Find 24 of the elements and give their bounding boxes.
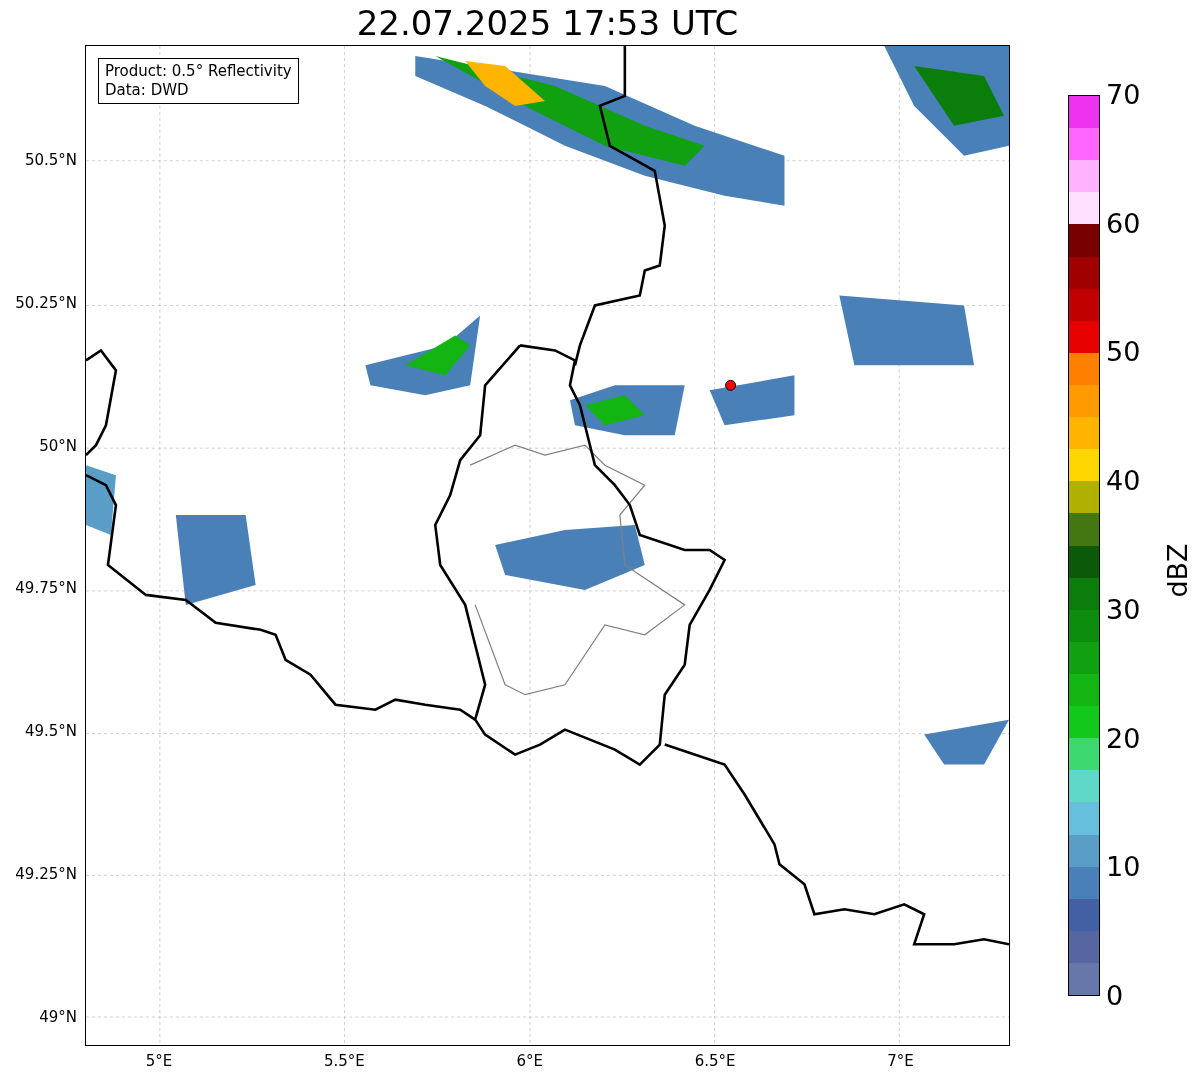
latitude-label: 49.25°N xyxy=(15,864,77,883)
latitude-label: 49.5°N xyxy=(24,722,77,741)
legend-text: Product: 0.5° Reflectivity xyxy=(105,62,292,81)
latitude-label: 50.25°N xyxy=(15,293,77,312)
longitude-label: 5.5°E xyxy=(323,1052,365,1070)
longitude-label: 7°E xyxy=(887,1052,914,1070)
colorbar-tick-label: 70 xyxy=(1106,80,1141,110)
colorbar-tick-label: 10 xyxy=(1106,852,1141,883)
longitude-label: 6°E xyxy=(516,1052,543,1070)
colorbar-tick-label: 30 xyxy=(1106,594,1141,625)
colorbar-tick-label: 60 xyxy=(1106,208,1141,239)
colorbar-tick-label: 50 xyxy=(1106,337,1141,368)
latitude-label: 50.5°N xyxy=(24,151,77,170)
colorbar-label: dBZ xyxy=(1161,543,1193,598)
longitude-label: 5°E xyxy=(145,1052,173,1070)
colorbar-tick-label: 40 xyxy=(1106,466,1141,497)
latitude-label: 49.75°N xyxy=(15,579,77,598)
legend-text: Data: DWD xyxy=(105,81,190,100)
latitude-label: 50°N xyxy=(39,436,77,455)
longitude-label: 6.5°E xyxy=(694,1052,736,1070)
colorbar-tick-label: 0 xyxy=(1106,981,1124,1011)
chart-title: 22.07.2025 17:53 UTC xyxy=(355,2,740,45)
colorbar-tick-label: 20 xyxy=(1106,723,1141,754)
latitude-label: 49°N xyxy=(39,1007,77,1026)
